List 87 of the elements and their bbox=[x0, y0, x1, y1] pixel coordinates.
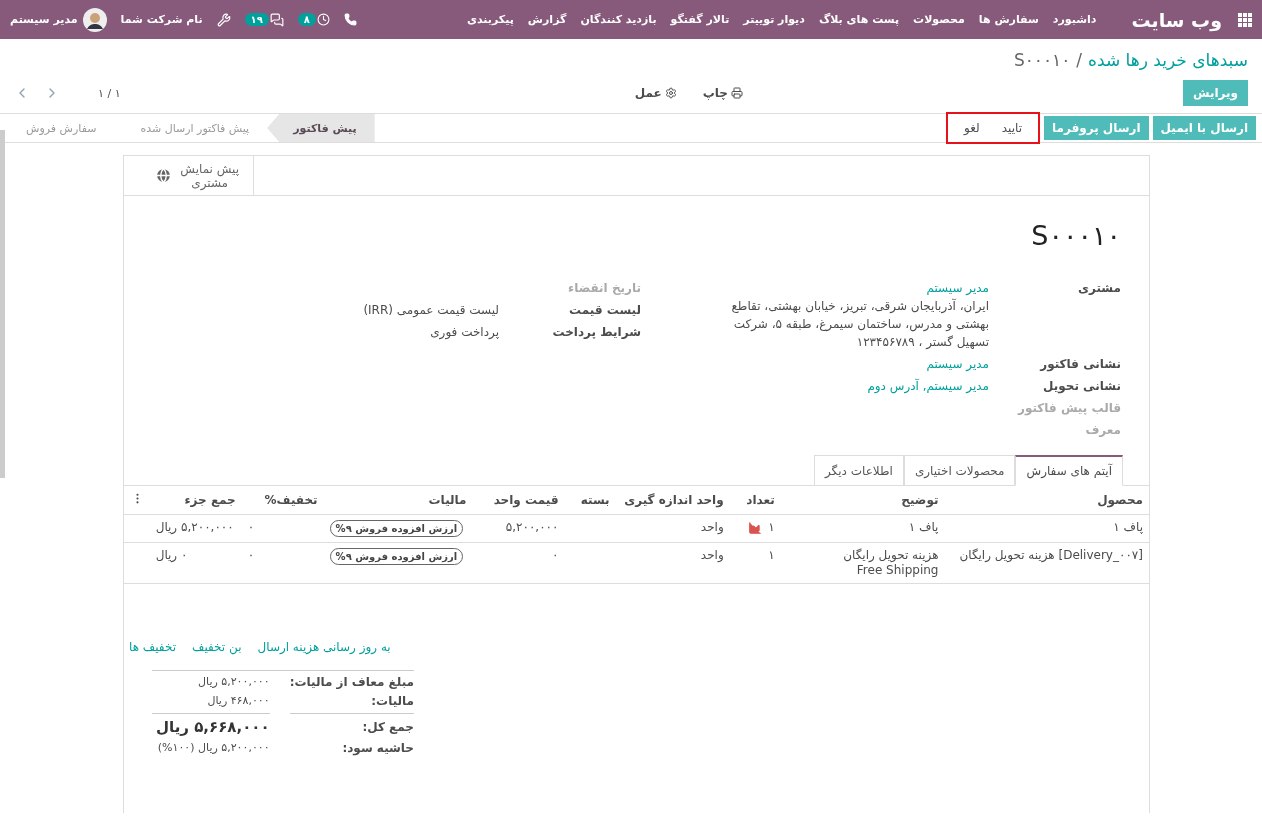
field-label: قالب پیش فاکتور bbox=[1016, 400, 1121, 417]
record-title: S۰۰۰۱۰ bbox=[1030, 220, 1121, 251]
column-header[interactable]: محصول bbox=[944, 486, 1149, 515]
phone-icon[interactable] bbox=[343, 13, 357, 26]
apps-grid-icon[interactable] bbox=[1238, 12, 1252, 27]
field-link[interactable]: مدیر سیستم bbox=[699, 355, 989, 373]
menu-item[interactable]: داشبورد bbox=[1047, 13, 1102, 26]
breadcrumb-link[interactable]: سبدهای خرید رها شده bbox=[1088, 50, 1248, 70]
table-cell: ۱ bbox=[768, 520, 775, 535]
column-header[interactable]: تخفیف% bbox=[241, 486, 324, 515]
field-label: شرایط پرداخت bbox=[551, 324, 641, 341]
company-name[interactable]: نام شرکت شما bbox=[120, 13, 203, 26]
column-header[interactable]: قیمت واحد bbox=[472, 486, 565, 515]
table-cell: ۱ bbox=[768, 548, 775, 563]
menu-item[interactable]: گزارش bbox=[522, 13, 572, 26]
table-cell: ۰ bbox=[472, 542, 565, 584]
table-cell: پاف ۱ bbox=[944, 514, 1149, 543]
status-stage[interactable]: پیش فاکتور bbox=[267, 114, 375, 142]
table-cell: ۰ bbox=[241, 514, 324, 543]
column-header[interactable]: بسته bbox=[564, 486, 616, 515]
menu-item[interactable]: محصولات bbox=[908, 13, 970, 26]
column-header[interactable]: تعداد bbox=[729, 486, 781, 515]
footer-link[interactable]: به روز رسانی هزینه ارسال bbox=[257, 640, 391, 654]
table-cell: [Delivery_۰۰۷] هزینه تحویل رایگان bbox=[944, 542, 1149, 584]
total-label: مبلغ معاف از مالیات: bbox=[289, 675, 414, 689]
clock-icon[interactable] bbox=[316, 13, 330, 26]
breadcrumb-separator: / bbox=[1076, 50, 1083, 70]
table-cell-text: پاف ۱ bbox=[907, 520, 939, 535]
menu-item[interactable]: تالار گفتگو bbox=[665, 13, 735, 26]
notebook-tab[interactable]: اطلاعات دیگر bbox=[814, 455, 904, 486]
total-label: حاشیه سود: bbox=[341, 741, 414, 755]
menu-item[interactable]: پست های بلاگ bbox=[813, 13, 905, 26]
field-label: نشانی تحویل bbox=[1042, 378, 1121, 395]
table-cell: ۰ bbox=[241, 542, 324, 584]
action-menu-button[interactable]: چاپ bbox=[702, 86, 743, 100]
user-avatar-icon[interactable] bbox=[82, 7, 107, 32]
total-value: ۵,۲۰۰,۰۰۰ ریال (۱۰۰%) bbox=[156, 741, 270, 755]
chat-icon[interactable] bbox=[269, 12, 284, 27]
menu-item[interactable]: سفارش ها bbox=[973, 13, 1044, 26]
column-header[interactable]: توضیح bbox=[780, 486, 945, 515]
activity-count: ۸ bbox=[297, 13, 316, 26]
field-label: تاریخ انقضاء bbox=[567, 280, 641, 297]
menu-item[interactable]: دیوار توییتر bbox=[738, 13, 810, 26]
footer-link[interactable]: تخفیف ها bbox=[129, 640, 176, 654]
gear-icon bbox=[664, 87, 677, 99]
field-value: پرداخت فوری bbox=[429, 324, 499, 341]
menu-item[interactable]: پیکربندی bbox=[461, 13, 519, 26]
total-value: ۵,۲۰۰,۰۰۰ ریال bbox=[197, 675, 270, 689]
field-value: ایران، آذربایجان شرقی، تبریز، خیابان بهشتی، تقاطع بهشتی و مدرس، ساختمان سیمرغ، طبقه ۵، شرکت تسهیل گستر ، ۱۲۳۴۵۶۷۸۹ bbox=[730, 297, 989, 351]
field-label: لیست قیمت bbox=[568, 302, 641, 319]
table-cell: ۰ ریال bbox=[149, 542, 242, 584]
column-header[interactable]: واحد اندازه گیری bbox=[615, 486, 730, 515]
user-name[interactable]: مدیر سیستم bbox=[10, 13, 78, 26]
field-value: لیست قیمت عمومی (IRR) bbox=[362, 302, 499, 319]
total-label: مالیات: bbox=[370, 694, 414, 708]
notebook-tab[interactable]: محصولات اختیاری bbox=[903, 455, 1016, 486]
pager-counter: ۱ / ۱ bbox=[98, 86, 121, 100]
action-button[interactable]: تایید bbox=[993, 116, 1030, 140]
field-link[interactable]: مدیر سیستم, آدرس دوم bbox=[699, 377, 989, 395]
scrollbar[interactable] bbox=[0, 130, 5, 478]
status-stage[interactable]: پیش فاکتور ارسال شده bbox=[114, 114, 268, 142]
message-count: ۱۹ bbox=[244, 13, 269, 26]
area-chart-icon[interactable] bbox=[748, 520, 763, 535]
table-cell: واحد bbox=[615, 514, 730, 543]
column-header[interactable]: جمع جزء bbox=[149, 486, 242, 515]
action-menu-button[interactable]: عمل bbox=[634, 86, 677, 100]
menu-item[interactable]: بازدید کنندگان bbox=[575, 13, 662, 26]
column-header[interactable]: مالیات bbox=[323, 486, 473, 515]
notebook-tab[interactable]: آیتم های سفارش bbox=[1015, 455, 1123, 486]
field-link[interactable]: مدیر سیستم bbox=[699, 279, 989, 297]
total-value: ۵,۶۶۸,۰۰۰ ریال bbox=[152, 713, 270, 736]
total-label: جمع کل: bbox=[289, 713, 414, 736]
field-label: مشتری bbox=[1077, 280, 1121, 297]
action-button[interactable]: لغو bbox=[956, 116, 988, 140]
field-label: معرف bbox=[1084, 422, 1121, 439]
breadcrumb-current: S۰۰۰۱۰ bbox=[1013, 50, 1071, 70]
table-cell: ۵,۲۰۰,۰۰۰ bbox=[472, 514, 565, 543]
app-title: وب سایت bbox=[1131, 8, 1222, 31]
printer-icon bbox=[731, 87, 743, 99]
table-cell: ۵,۲۰۰,۰۰۰ ریال bbox=[149, 514, 242, 543]
total-value: ۴۶۸,۰۰۰ ریال bbox=[206, 694, 270, 708]
table-cell: واحد bbox=[615, 542, 730, 584]
status-stage[interactable]: سفارش فروش bbox=[0, 114, 115, 142]
footer-link[interactable]: بن تخفیف bbox=[192, 640, 242, 654]
field-label: نشانی فاکتور bbox=[1038, 356, 1121, 373]
globe-icon bbox=[155, 167, 173, 184]
tools-icon[interactable] bbox=[216, 12, 231, 27]
